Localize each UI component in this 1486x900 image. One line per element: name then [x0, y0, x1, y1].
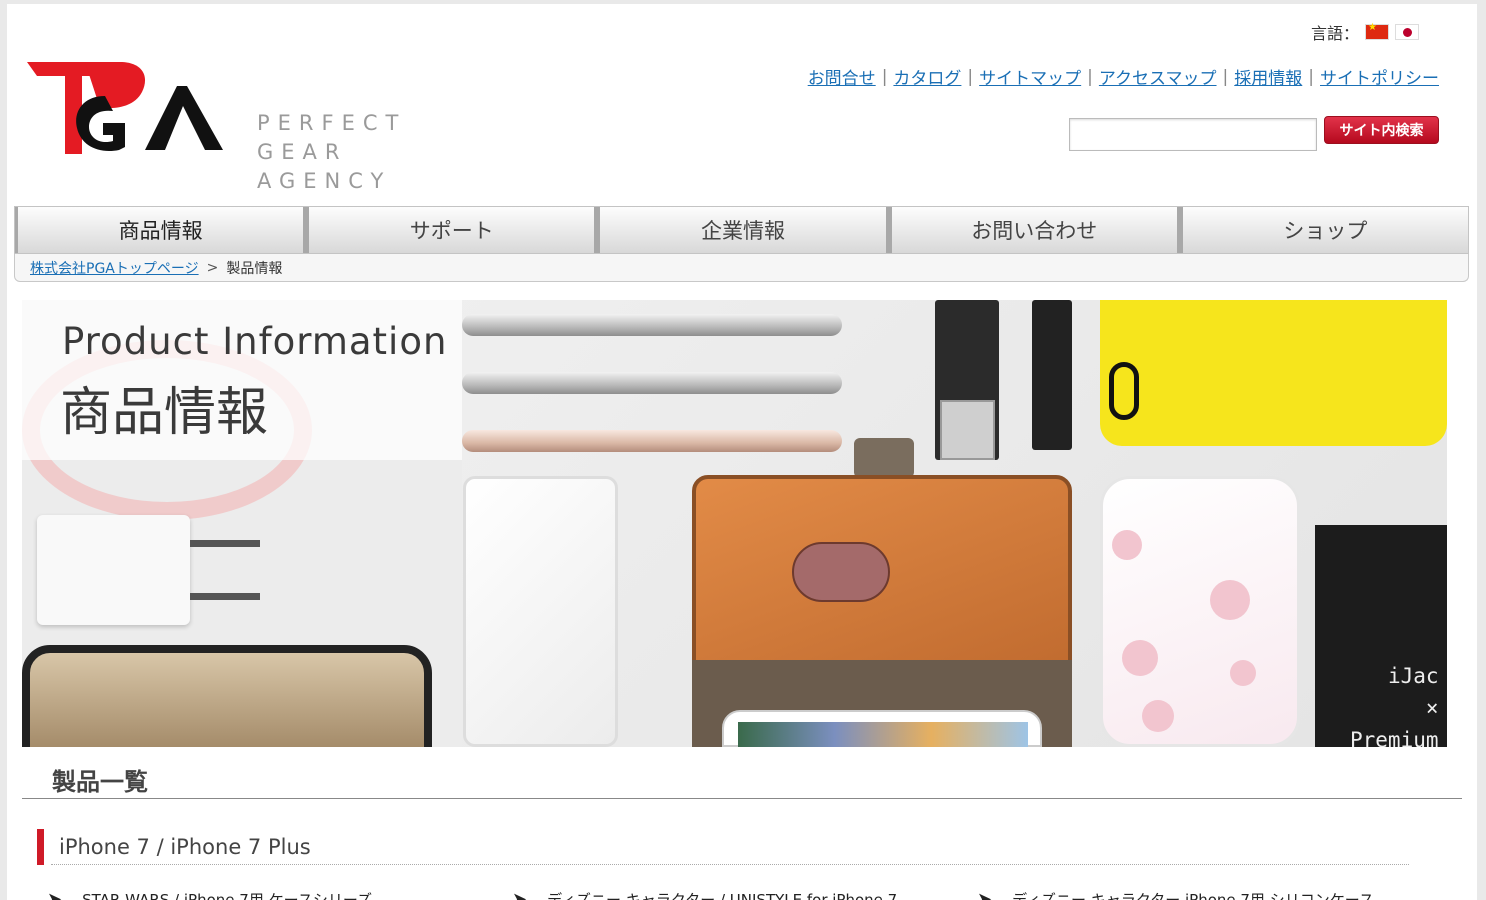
nav-support[interactable]: サポート	[303, 207, 594, 253]
flower-pattern	[1122, 640, 1158, 676]
japanese-flag-icon[interactable]	[1395, 24, 1419, 40]
breadcrumb-home[interactable]: 株式会社PGAトップページ	[30, 258, 199, 278]
language-label: 言語：	[1310, 24, 1359, 43]
arrow-right-icon: ➤	[977, 889, 993, 900]
language-selector: 言語：	[1311, 20, 1419, 44]
divider: |	[1087, 66, 1093, 87]
breadcrumb-current: 製品情報	[226, 260, 283, 277]
product-list: ➤ STAR WARS / iPhone 7用 ケースシリーズ ➤ ディズニー …	[47, 889, 1457, 900]
category-heading: iPhone 7 / iPhone 7 Plus	[37, 829, 311, 865]
gold-case-image	[22, 645, 432, 747]
logo-wordmark: PERFECT GEAR AGENCY	[257, 109, 406, 196]
charger-prong	[190, 540, 260, 547]
flower-pattern	[1210, 580, 1250, 620]
product-item[interactable]: ➤ ディズニー キャラクター iPhone 7用 シリコンケース	[977, 889, 1442, 900]
flower-pattern	[1142, 700, 1174, 732]
nav-contact[interactable]: お問い合わせ	[885, 207, 1177, 253]
product-list-heading: 製品一覧	[52, 768, 148, 796]
product-item[interactable]: ➤ STAR WARS / iPhone 7用 ケースシリーズ	[47, 889, 512, 900]
product-item-label: STAR WARS / iPhone 7用 ケースシリーズ	[82, 891, 373, 900]
hero-banner: Product Information 商品情報 iJac × Premium	[22, 300, 1447, 747]
category-divider	[51, 864, 1409, 865]
package-label: iJac × Premium	[1350, 660, 1439, 747]
arrow-right-icon: ➤	[512, 889, 528, 900]
link-catalog[interactable]: カタログ	[893, 64, 961, 89]
pga-logo-mark-icon	[27, 62, 223, 154]
site-search-button[interactable]: サイト内検索	[1324, 116, 1439, 144]
link-sitemap[interactable]: サイトマップ	[979, 64, 1081, 89]
wallet-strap-image	[854, 438, 914, 478]
wallet-window	[792, 542, 890, 602]
nav-shop[interactable]: ショップ	[1176, 207, 1468, 253]
pga-logo[interactable]: PERFECT GEAR AGENCY	[27, 54, 417, 193]
link-site-policy[interactable]: サイトポリシー	[1320, 64, 1439, 89]
divider: |	[1222, 66, 1229, 87]
global-nav: 商品情報 サポート 企業情報 お問い合わせ ショップ	[14, 206, 1469, 254]
link-access-map[interactable]: アクセスマップ	[1099, 64, 1217, 89]
product-item[interactable]: ➤ ディズニー キャラクター / UNISTYLE for iPhone 7	[512, 889, 977, 900]
utility-links: お問合せ | カタログ | サイトマップ | アクセスマップ | 採用情報 | …	[808, 64, 1439, 90]
chinese-flag-icon[interactable]	[1365, 22, 1389, 40]
flower-pattern	[1112, 530, 1142, 560]
section-divider	[22, 798, 1462, 799]
charger-image	[37, 515, 190, 625]
logo-word-gear: GEAR	[257, 140, 348, 164]
silver-bumper-image	[462, 314, 842, 336]
package-label-line: Premium	[1350, 728, 1439, 747]
divider: |	[967, 66, 974, 87]
link-recruit[interactable]: 採用情報	[1234, 64, 1302, 89]
nav-company[interactable]: 企業情報	[594, 207, 885, 253]
logo-word-perfect: PERFECT	[257, 111, 407, 135]
divider: |	[881, 66, 888, 87]
page: 言語： PERFECT GEAR AGENCY お問合せ | カタログ | サイ…	[7, 4, 1477, 900]
camera-hole	[1109, 362, 1139, 420]
floral-clear-case-image	[1100, 476, 1300, 747]
phone-screen-apps	[738, 722, 1028, 747]
breadcrumb: 株式会社PGAトップページ > 製品情報	[14, 254, 1469, 282]
yellow-case-image	[1100, 300, 1447, 446]
product-item-label: ディズニー キャラクター / UNISTYLE for iPhone 7	[547, 891, 898, 900]
gold-bumper-image	[462, 430, 842, 452]
glass-protector-image	[463, 476, 618, 747]
silver-bumper-image	[462, 372, 842, 394]
flower-pattern	[1230, 660, 1256, 686]
usb-connector-image	[940, 400, 995, 460]
package-label-line: iJac	[1387, 664, 1439, 688]
link-contact[interactable]: お問合せ	[808, 64, 876, 89]
site-search-input[interactable]	[1069, 118, 1317, 151]
lightning-cable-image	[1032, 300, 1072, 450]
hero-title-japanese: 商品情報	[60, 383, 269, 443]
arrow-right-icon: ➤	[47, 889, 63, 900]
logo-word-agency: AGENCY	[257, 169, 392, 193]
divider: |	[1308, 66, 1314, 87]
charger-prong	[190, 593, 260, 600]
product-item-label: ディズニー キャラクター iPhone 7用 シリコンケース	[1012, 891, 1374, 900]
breadcrumb-separator: >	[206, 259, 219, 276]
package-label-line: ×	[1425, 696, 1439, 720]
hero-title-english: Product Information	[62, 320, 448, 363]
nav-products[interactable]: 商品情報	[15, 207, 303, 253]
